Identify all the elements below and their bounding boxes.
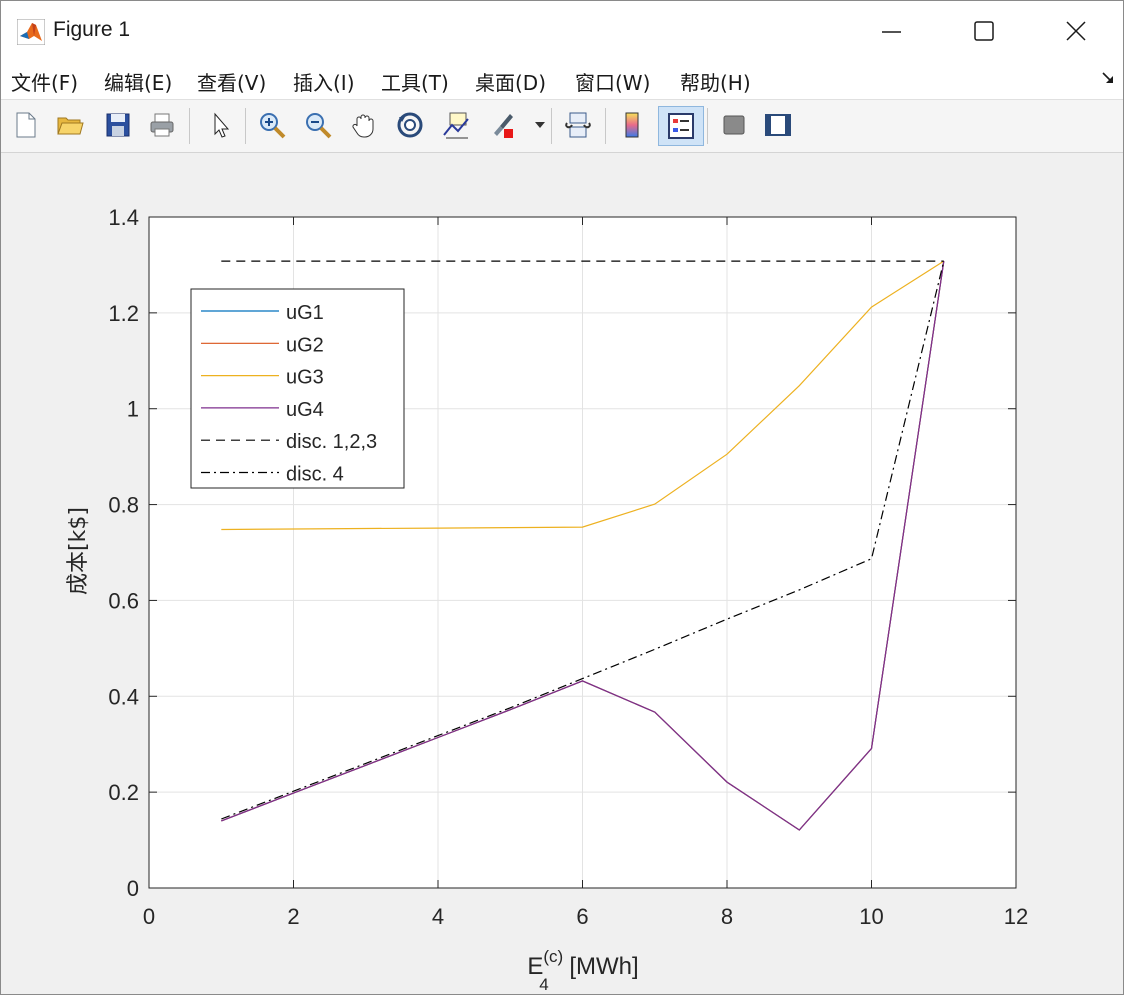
y-tick-label: 0.8 [108, 493, 139, 518]
y-tick-label: 1.4 [108, 205, 139, 230]
minimize-icon [882, 31, 901, 33]
y-tick-label: 0.4 [108, 684, 139, 709]
menu-bar: 文件(F) 编辑(E) 查看(V) 插入(I) 工具(T) 桌面(D) 窗口(W… [1, 61, 1123, 100]
legend-icon [668, 113, 694, 139]
toolbar-pan[interactable] [347, 108, 381, 144]
toolbar-link-plot[interactable] [561, 108, 595, 144]
toolbar-colorbar[interactable] [615, 108, 649, 144]
toolbar-zoom-out[interactable] [301, 108, 335, 144]
toolbar-zoom-in[interactable] [255, 108, 289, 144]
menu-help[interactable]: 帮助(H) [680, 67, 751, 96]
brush-icon [494, 114, 513, 138]
legend-entry-label: uG4 [286, 399, 324, 421]
x-tick-label: 6 [576, 904, 588, 929]
x-axis-label: E(c) 4 [MWh] [527, 947, 638, 994]
x-tick-label: 10 [859, 904, 883, 929]
print-icon [150, 113, 174, 137]
new-figure-icon [16, 112, 36, 138]
x-tick-label: 2 [287, 904, 299, 929]
save-icon [106, 113, 130, 137]
toolbar-separator [189, 108, 190, 144]
y-tick-label: 0.2 [108, 780, 139, 805]
brush-dropdown-icon[interactable] [535, 122, 545, 130]
toolbar-separator [551, 108, 552, 144]
figure-toolbar [1, 100, 1123, 153]
x-tick-label: 8 [721, 904, 733, 929]
toolbar-print[interactable] [145, 108, 179, 144]
legend-entry-label: disc. 1,2,3 [286, 431, 377, 453]
matlab-logo-icon [17, 19, 45, 45]
link-plot-icon [565, 112, 591, 138]
legend-entry-label: uG3 [286, 367, 324, 389]
menu-edit[interactable]: 编辑(E) [104, 67, 172, 96]
figure-window: Figure 1 文件(F) 编辑(E) 查看(V) 插入(I) 工具(T) 桌… [0, 0, 1124, 995]
rotate-3d-icon [397, 112, 423, 138]
show-plot-tools-icon [765, 114, 791, 136]
y-axis-label: 成本[k$] [66, 507, 91, 595]
x-tick-label: 4 [432, 904, 444, 929]
zoom-in-icon [260, 113, 286, 139]
menu-file[interactable]: 文件(F) [11, 67, 78, 96]
legend-entry-label: uG1 [286, 302, 324, 324]
colorbar-icon [625, 112, 639, 138]
toolbar-hide-plot-tools[interactable] [717, 108, 751, 144]
zoom-out-icon [306, 113, 332, 139]
toolbar-data-cursor[interactable] [439, 108, 473, 144]
y-tick-label: 0.6 [108, 588, 139, 613]
pan-hand-icon [352, 114, 374, 138]
toolbar-save[interactable] [101, 108, 135, 144]
window-title: Figure 1 [53, 18, 131, 41]
menu-insert[interactable]: 插入(I) [293, 67, 355, 96]
open-folder-icon [57, 117, 84, 135]
y-tick-label: 0 [127, 876, 139, 901]
legend-entry-label: disc. 4 [286, 464, 344, 486]
toolbar-rotate[interactable] [393, 108, 427, 144]
toolbar-separator [707, 108, 708, 144]
maximize-button[interactable] [937, 1, 1031, 61]
toolbar-show-plot-tools[interactable] [761, 108, 795, 144]
toolbar-legend[interactable] [658, 106, 704, 146]
minimize-button[interactable] [845, 1, 939, 61]
menu-desktop[interactable]: 桌面(D) [475, 67, 546, 96]
legend-entry-label: uG2 [286, 334, 324, 356]
data-cursor-icon [443, 112, 469, 139]
menu-tools[interactable]: 工具(T) [381, 67, 449, 96]
maximize-icon [974, 21, 994, 41]
toolbar-new-figure[interactable] [9, 108, 43, 144]
close-icon [1066, 21, 1086, 41]
toolbar-pointer[interactable] [203, 108, 237, 144]
title-bar[interactable]: Figure 1 [1, 1, 1123, 61]
dock-arrow-icon[interactable] [1101, 71, 1115, 85]
toolbar-separator [605, 108, 606, 144]
hide-plot-tools-icon [723, 115, 745, 135]
y-tick-label: 1.2 [108, 301, 139, 326]
pointer-icon [214, 112, 230, 138]
x-tick-label: 0 [143, 904, 155, 929]
menu-window[interactable]: 窗口(W) [575, 67, 650, 96]
toolbar-separator [245, 108, 246, 144]
figure-area: 0 2 4 6 8 10 12 0 0.2 0.4 0.6 0.8 1 1.2 1.4 E(c) 4 [MWh… [1, 153, 1123, 994]
toolbar-brush[interactable] [485, 108, 519, 144]
y-tick-label: 1 [127, 397, 139, 422]
menu-view[interactable]: 查看(V) [197, 67, 266, 96]
x-tick-label: 12 [1004, 904, 1028, 929]
close-button[interactable] [1029, 1, 1123, 61]
toolbar-open[interactable] [53, 108, 87, 144]
plot-canvas[interactable]: 0 2 4 6 8 10 12 0 0.2 0.4 0.6 0.8 1 1.2 1.4 E(c) 4 [MWh… [1, 153, 1123, 994]
